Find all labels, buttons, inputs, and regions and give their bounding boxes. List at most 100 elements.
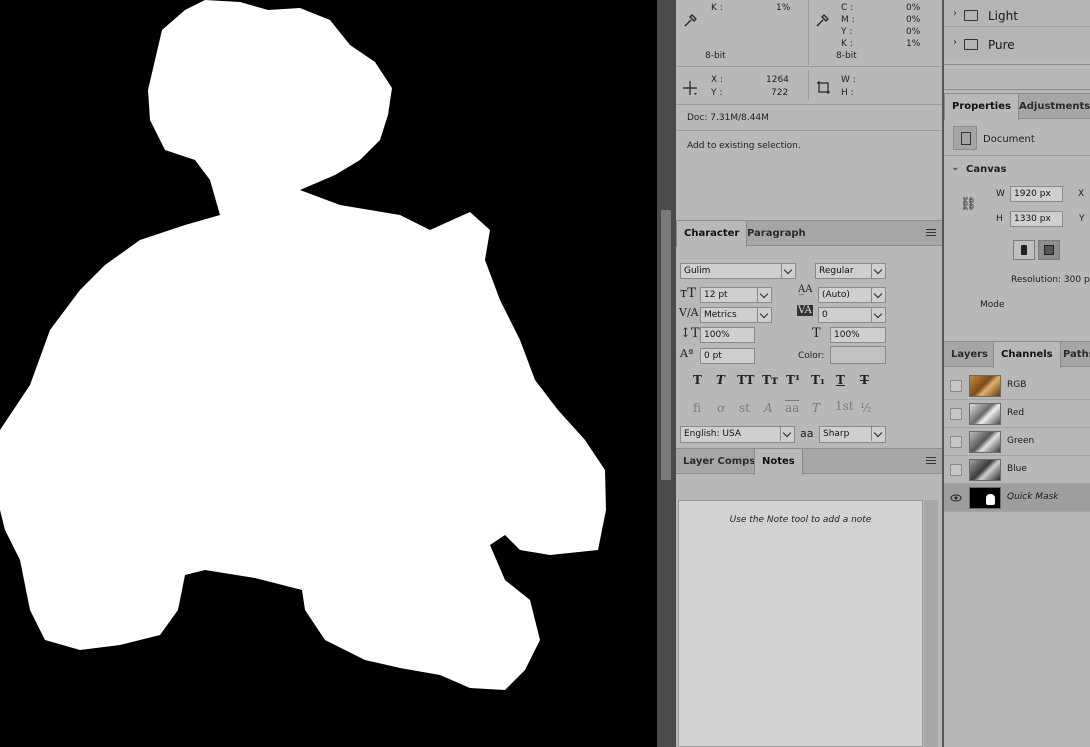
channel-thumbnail — [969, 375, 1001, 397]
faux-bold-button[interactable]: T — [693, 373, 702, 387]
channel-row-quick-mask[interactable]: Quick Mask — [944, 484, 1090, 512]
info-c-label: C : — [841, 3, 854, 13]
swatch-group-light[interactable]: › Light — [944, 3, 1090, 27]
chevron-down-icon[interactable]: ⌄ — [951, 162, 959, 173]
tab-layers[interactable]: Layers — [944, 342, 995, 367]
notes-content-area[interactable]: Use the Note tool to add a note — [678, 500, 923, 747]
font-size-value: 12 pt — [704, 290, 728, 300]
discretionary-ligatures-button[interactable]: st — [739, 401, 750, 415]
scrollbar-thumb[interactable] — [661, 210, 671, 480]
info-m-label: M : — [841, 15, 855, 25]
orientation-portrait-button[interactable] — [1013, 240, 1035, 260]
info-x-label: X : — [711, 75, 724, 85]
eyedropper-icon — [684, 14, 697, 27]
canvas-resolution: Resolution: 300 pi — [1011, 275, 1090, 285]
channel-visibility-toggle[interactable] — [950, 464, 962, 476]
small-caps-button[interactable]: Tт — [762, 373, 778, 387]
tab-layer-comps[interactable]: Layer Comps — [676, 449, 762, 474]
eye-icon[interactable] — [950, 492, 962, 504]
info-y2-label: Y : — [711, 88, 723, 98]
channel-name: RGB — [1007, 380, 1027, 390]
channel-row-blue[interactable]: Blue — [944, 456, 1090, 484]
channel-name: Green — [1007, 436, 1035, 446]
orientation-landscape-button[interactable] — [1038, 240, 1060, 260]
tab-character[interactable]: Character — [676, 221, 748, 247]
leading-dropdown[interactable]: (Auto) — [818, 287, 886, 303]
properties-tabbar: Properties Adjustments — [944, 93, 1090, 120]
swash-button[interactable]: A — [764, 401, 773, 415]
old-style-button[interactable]: ơ — [717, 401, 724, 415]
channel-visibility-toggle[interactable] — [950, 436, 962, 448]
tab-properties[interactable]: Properties — [944, 94, 1019, 120]
channel-thumbnail — [969, 459, 1001, 481]
info-y2-value: 722 — [771, 88, 789, 98]
tab-adjustments[interactable]: Adjustments — [1012, 94, 1090, 119]
vertical-scale-field[interactable]: 100% — [700, 327, 755, 343]
channel-row-green[interactable]: Green — [944, 428, 1090, 456]
info-k2-value: 1% — [906, 39, 921, 49]
notes-empty-message: Use the Note tool to add a note — [729, 515, 872, 525]
info-doc-size: Doc: 7.31M/8.44M — [687, 113, 769, 123]
subscript-button[interactable]: T₁ — [811, 373, 825, 387]
leading-icon: A̲A — [798, 284, 813, 295]
anti-alias-value: Sharp — [823, 429, 850, 439]
baseline-shift-icon: Aª — [680, 347, 694, 360]
language-value: English: USA — [684, 429, 742, 439]
horizontal-scale-field[interactable]: 100% — [830, 327, 886, 343]
panel-menu-icon[interactable] — [926, 229, 936, 237]
document-canvas[interactable] — [0, 0, 657, 747]
document-icon — [953, 126, 977, 150]
swatch-group-pure[interactable]: › Pure — [944, 32, 1090, 56]
font-style-dropdown[interactable]: Regular — [815, 263, 886, 279]
baseline-shift-field[interactable]: 0 pt — [700, 348, 755, 364]
tab-channels[interactable]: Channels — [993, 342, 1061, 368]
tracking-icon: VA — [797, 305, 813, 316]
canvas-height-field[interactable]: 1330 px — [1010, 211, 1063, 227]
link-icon[interactable]: ⛓ — [960, 197, 977, 212]
all-caps-button[interactable]: TT — [737, 373, 754, 387]
panel-menu-icon[interactable] — [926, 457, 936, 465]
tracking-dropdown[interactable]: 0 — [818, 307, 886, 323]
kerning-dropdown[interactable]: Metrics — [700, 307, 772, 323]
underline-button[interactable]: T — [836, 373, 845, 387]
tab-paths[interactable]: Paths — [1056, 342, 1090, 367]
canvas-width-field[interactable]: 1920 px — [1010, 186, 1063, 202]
info-h-label: H : — [841, 88, 854, 98]
font-size-icon: тT — [680, 286, 696, 301]
channel-visibility-toggle[interactable] — [950, 408, 962, 420]
tab-paragraph[interactable]: Paragraph — [740, 221, 813, 246]
info-separator — [676, 66, 942, 67]
channel-thumbnail — [969, 403, 1001, 425]
kerning-icon: V/A — [679, 306, 699, 319]
superscript-button[interactable]: T¹ — [786, 373, 800, 387]
vertical-scale-icon: ↕T — [680, 326, 700, 341]
font-style-value: Regular — [819, 266, 854, 276]
properties-document-label: Document — [983, 134, 1035, 145]
strikethrough-button[interactable]: T — [860, 373, 869, 387]
canvas-vertical-scrollbar[interactable] — [657, 0, 676, 747]
faux-italic-button[interactable]: T — [716, 373, 725, 387]
ligatures-button[interactable]: fi — [693, 401, 701, 415]
fractions-button[interactable]: ½ — [860, 401, 872, 415]
font-family-dropdown[interactable]: Gulim — [680, 263, 796, 279]
info-k2-label: K : — [841, 39, 853, 49]
info-m-value: 0% — [906, 15, 921, 25]
titling-alternates-button[interactable]: T — [812, 401, 820, 415]
info-c-value: 0% — [906, 3, 921, 13]
font-size-dropdown[interactable]: 12 pt — [700, 287, 772, 303]
layers-tabbar: Layers Channels Paths — [944, 341, 1090, 368]
info-divider — [808, 0, 809, 65]
folder-icon — [964, 39, 978, 50]
channel-row-rgb[interactable]: RGB — [944, 372, 1090, 400]
stylistic-alternates-button[interactable]: aa — [785, 401, 799, 415]
channel-thumbnail — [969, 487, 1001, 509]
channel-visibility-toggle[interactable] — [950, 380, 962, 392]
language-dropdown[interactable]: English: USA — [680, 426, 795, 443]
ordinals-button[interactable]: 1st — [835, 399, 854, 413]
notes-scrollbar[interactable] — [924, 500, 938, 747]
tab-notes[interactable]: Notes — [754, 449, 803, 475]
text-color-swatch[interactable] — [830, 346, 886, 364]
channel-row-red[interactable]: Red — [944, 400, 1090, 428]
channel-name: Quick Mask — [1007, 492, 1059, 502]
anti-alias-dropdown[interactable]: Sharp — [819, 426, 886, 443]
